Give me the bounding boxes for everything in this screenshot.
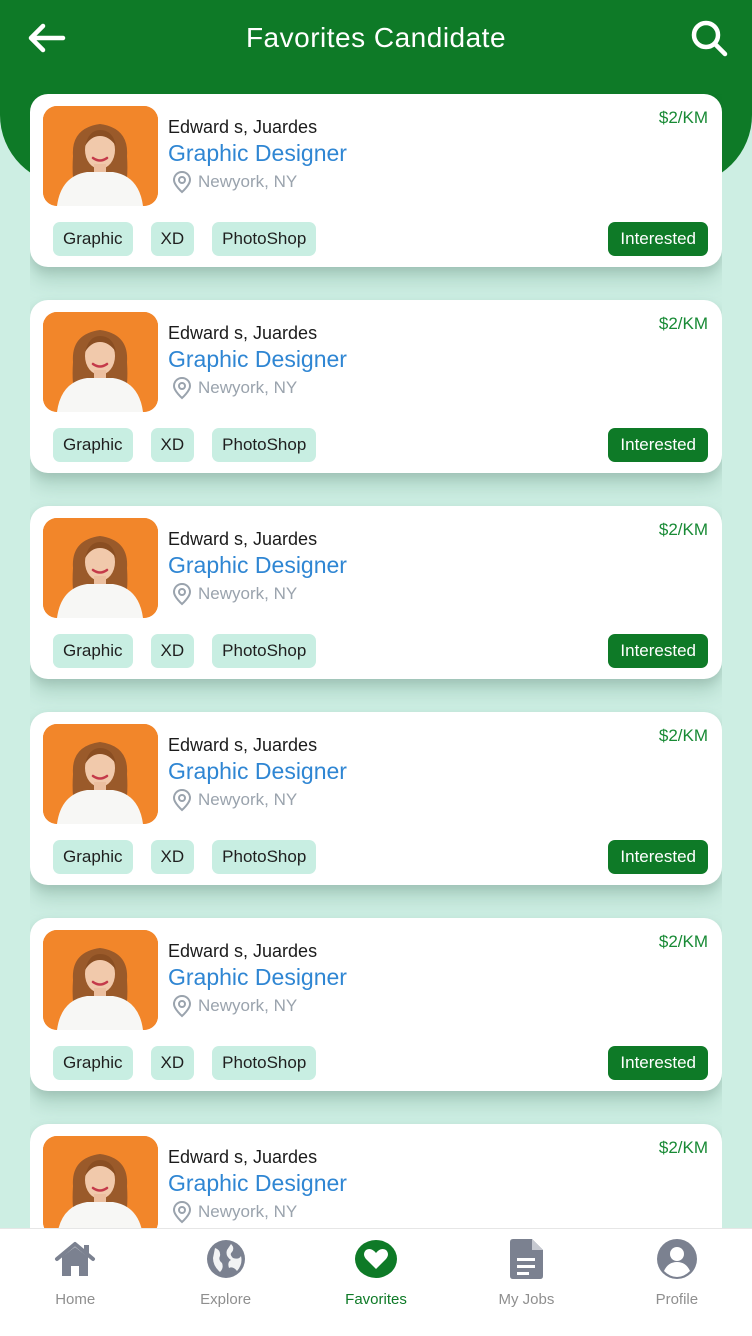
user-icon — [655, 1239, 699, 1279]
bottom-navigation: Home Explore Favorites My Jobs Profile — [0, 1228, 752, 1336]
candidate-card[interactable]: Edward s, Juardes Graphic Designer Newyo… — [30, 300, 722, 473]
rate-label: $2/KM — [658, 932, 708, 951]
skill-tag: XD — [150, 1046, 195, 1080]
skill-tag: XD — [150, 634, 195, 668]
interested-button[interactable]: Interested — [608, 222, 708, 256]
candidate-photo — [43, 518, 158, 618]
nav-label: Explore — [200, 1291, 252, 1308]
skill-tags: Graphic XD PhotoShop — [53, 428, 334, 462]
location-label: Newyork, NY — [198, 1202, 298, 1221]
candidate-role[interactable]: Graphic Designer — [168, 552, 347, 579]
interested-button[interactable]: Interested — [608, 428, 708, 462]
candidate-role[interactable]: Graphic Designer — [168, 1170, 347, 1197]
nav-item-my-jobs[interactable]: My Jobs — [451, 1229, 601, 1336]
candidate-name: Edward s, Juardes — [168, 323, 318, 343]
skill-tag: PhotoShop — [212, 634, 317, 668]
candidate-role[interactable]: Graphic Designer — [168, 140, 347, 167]
location-pin-icon — [172, 994, 192, 1018]
nav-item-home[interactable]: Home — [0, 1229, 150, 1336]
skill-tag: XD — [150, 428, 195, 462]
candidate-name: Edward s, Juardes — [168, 735, 318, 755]
skill-tags: Graphic XD PhotoShop — [53, 634, 334, 668]
candidate-photo — [43, 106, 158, 206]
candidate-role[interactable]: Graphic Designer — [168, 758, 347, 785]
location-pin-icon — [172, 1200, 192, 1224]
candidate-name: Edward s, Juardes — [168, 941, 318, 961]
candidate-card[interactable]: Edward s, Juardes Graphic Designer Newyo… — [30, 506, 722, 679]
nav-item-explore[interactable]: Explore — [150, 1229, 300, 1336]
location-label: Newyork, NY — [198, 172, 298, 191]
nav-label: Profile — [655, 1291, 699, 1308]
candidate-card[interactable]: Edward s, Juardes Graphic Designer Newyo… — [30, 94, 722, 267]
skill-tags: Graphic XD PhotoShop — [53, 840, 334, 874]
document-icon — [504, 1239, 548, 1279]
skill-tag: XD — [150, 222, 195, 256]
skill-tags: Graphic XD PhotoShop — [53, 222, 334, 256]
skill-tag: Graphic — [53, 222, 133, 256]
candidate-photo — [43, 312, 158, 412]
skill-tag: Graphic — [53, 840, 133, 874]
rate-label: $2/KM — [658, 1138, 708, 1157]
candidate-role[interactable]: Graphic Designer — [168, 346, 347, 373]
skill-tag: PhotoShop — [212, 428, 317, 462]
skill-tags: Graphic XD PhotoShop — [53, 1046, 334, 1080]
candidate-location: Newyork, NY — [172, 170, 297, 194]
location-pin-icon — [172, 582, 192, 606]
nav-item-favorites[interactable]: Favorites — [301, 1229, 451, 1336]
candidate-name: Edward s, Juardes — [168, 117, 318, 137]
location-label: Newyork, NY — [198, 790, 298, 809]
candidate-location: Newyork, NY — [172, 788, 297, 812]
candidate-card[interactable]: Edward s, Juardes Graphic Designer Newyo… — [30, 918, 722, 1091]
location-label: Newyork, NY — [198, 378, 298, 397]
nav-item-profile[interactable]: Profile — [602, 1229, 752, 1336]
page-title: Favorites Candidate — [245, 22, 507, 53]
skill-tag: PhotoShop — [212, 840, 317, 874]
heart-icon — [354, 1239, 398, 1279]
candidate-location: Newyork, NY — [172, 1200, 297, 1224]
candidate-list[interactable]: Edward s, Juardes Graphic Designer Newyo… — [30, 94, 722, 1228]
skill-tag: Graphic — [53, 1046, 133, 1080]
globe-icon — [204, 1239, 248, 1279]
candidate-photo — [43, 1136, 158, 1228]
home-icon — [53, 1239, 97, 1279]
interested-button[interactable]: Interested — [608, 1046, 708, 1080]
rate-label: $2/KM — [658, 726, 708, 745]
rate-label: $2/KM — [658, 108, 708, 127]
rate-label: $2/KM — [658, 520, 708, 539]
nav-label: Favorites — [345, 1291, 407, 1308]
location-pin-icon — [172, 788, 192, 812]
skill-tag: Graphic — [53, 428, 133, 462]
candidate-card[interactable]: Edward s, Juardes Graphic Designer Newyo… — [30, 1124, 722, 1228]
candidate-location: Newyork, NY — [172, 376, 297, 400]
skill-tag: PhotoShop — [212, 222, 317, 256]
search-button[interactable] — [684, 16, 734, 60]
candidate-card[interactable]: Edward s, Juardes Graphic Designer Newyo… — [30, 712, 722, 885]
search-icon — [691, 20, 728, 57]
skill-tag: XD — [150, 840, 195, 874]
candidate-photo — [43, 930, 158, 1030]
location-label: Newyork, NY — [198, 996, 298, 1015]
nav-label: My Jobs — [498, 1291, 555, 1308]
top-bar: Favorites Candidate — [0, 0, 752, 80]
interested-button[interactable]: Interested — [608, 634, 708, 668]
skill-tag: Graphic — [53, 634, 133, 668]
rate-label: $2/KM — [658, 314, 708, 333]
candidate-photo — [43, 724, 158, 824]
location-pin-icon — [172, 170, 192, 194]
candidate-name: Edward s, Juardes — [168, 1147, 318, 1167]
location-pin-icon — [172, 376, 192, 400]
candidate-name: Edward s, Juardes — [168, 529, 318, 549]
nav-label: Home — [55, 1291, 96, 1308]
candidate-location: Newyork, NY — [172, 994, 297, 1018]
interested-button[interactable]: Interested — [608, 840, 708, 874]
candidate-location: Newyork, NY — [172, 582, 297, 606]
skill-tag: PhotoShop — [212, 1046, 317, 1080]
location-label: Newyork, NY — [198, 584, 298, 603]
candidate-role[interactable]: Graphic Designer — [168, 964, 347, 991]
